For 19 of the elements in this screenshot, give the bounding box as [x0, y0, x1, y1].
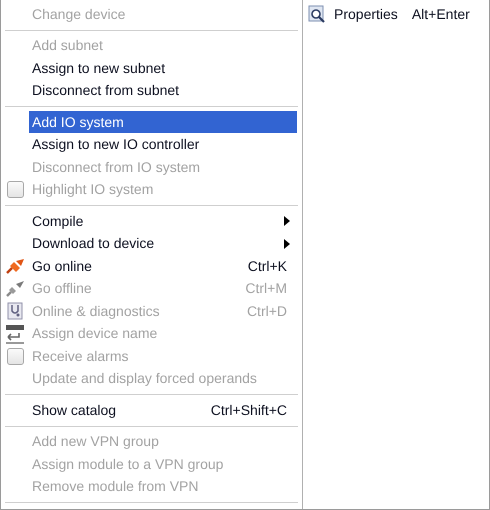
- menu-item[interactable]: Properties Alt+Enter: [331, 3, 489, 26]
- menu-item[interactable]: Show catalog Ctrl+Shift+C: [29, 399, 297, 422]
- stethoscope-icon: [7, 302, 23, 320]
- plug-icon: [5, 257, 25, 276]
- shortcut-text: Alt+Enter: [412, 4, 470, 24]
- shortcut-text: Ctrl+D: [246, 302, 287, 321]
- shortcut-text: Ctrl+M: [245, 279, 287, 298]
- shortcut-text: Ctrl+K: [248, 256, 287, 276]
- magnifier-icon: [308, 5, 326, 24]
- menu-item[interactable]: Disconnect from subnet: [29, 80, 297, 102]
- shortcut-text: Ctrl+Shift+C: [210, 400, 287, 420]
- menu-item[interactable]: Compile: [29, 210, 297, 232]
- menu-item[interactable]: Add IO system: [29, 111, 297, 134]
- menu-item[interactable]: Assign to new IO controller: [29, 134, 297, 156]
- name-tag-icon: [5, 324, 25, 344]
- menu-item[interactable]: Go online Ctrl+K: [29, 255, 297, 278]
- unplug-icon: [5, 280, 25, 298]
- menu-item[interactable]: Assign to new subnet: [29, 57, 297, 80]
- menu-item[interactable]: Download to device: [29, 232, 297, 255]
